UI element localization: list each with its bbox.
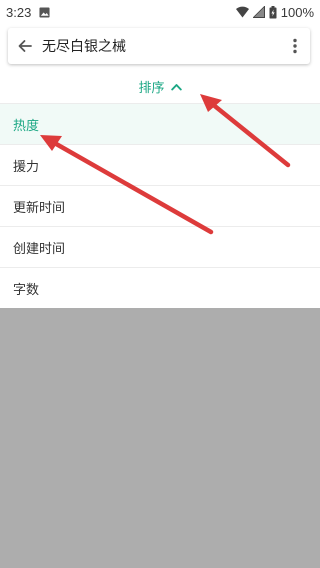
arrow-back-icon bbox=[18, 40, 32, 52]
cellular-signal-icon bbox=[252, 6, 265, 18]
sort-options-list: 热度 援力 更新时间 创建时间 字数 bbox=[0, 104, 320, 309]
chevron-up-icon bbox=[170, 83, 182, 90]
sort-option-label: 援力 bbox=[13, 159, 40, 175]
status-indicators: 100% bbox=[235, 4, 314, 20]
background-scrim[interactable] bbox=[0, 308, 320, 568]
image-notification-icon bbox=[39, 6, 50, 18]
more-vertical-icon bbox=[293, 38, 297, 54]
sort-option-label: 更新时间 bbox=[13, 200, 66, 216]
sort-option-word-count[interactable]: 字数 bbox=[0, 268, 320, 309]
status-time: 3:23 bbox=[6, 4, 32, 20]
sort-option-support[interactable]: 援力 bbox=[0, 145, 320, 186]
title-bar: 无尽白银之械 bbox=[8, 28, 310, 64]
sort-label: 排序 bbox=[138, 81, 165, 96]
sort-option-update-time[interactable]: 更新时间 bbox=[0, 186, 320, 227]
battery-icon bbox=[269, 5, 277, 18]
sort-option-label: 热度 bbox=[13, 118, 40, 134]
sort-option-label: 创建时间 bbox=[13, 241, 66, 257]
sort-option-created-time[interactable]: 创建时间 bbox=[0, 227, 320, 268]
more-options-button[interactable] bbox=[280, 28, 310, 64]
status-bar: 3:23 100% bbox=[0, 0, 320, 24]
back-button[interactable] bbox=[8, 28, 42, 64]
battery-percentage: 100% bbox=[280, 4, 314, 20]
sort-option-popularity[interactable]: 热度 bbox=[0, 104, 320, 145]
sort-option-label: 字数 bbox=[13, 283, 40, 298]
page-title: 无尽白银之械 bbox=[42, 39, 126, 55]
sort-toggle[interactable]: 排序 bbox=[0, 70, 320, 104]
wifi-icon bbox=[235, 6, 249, 18]
